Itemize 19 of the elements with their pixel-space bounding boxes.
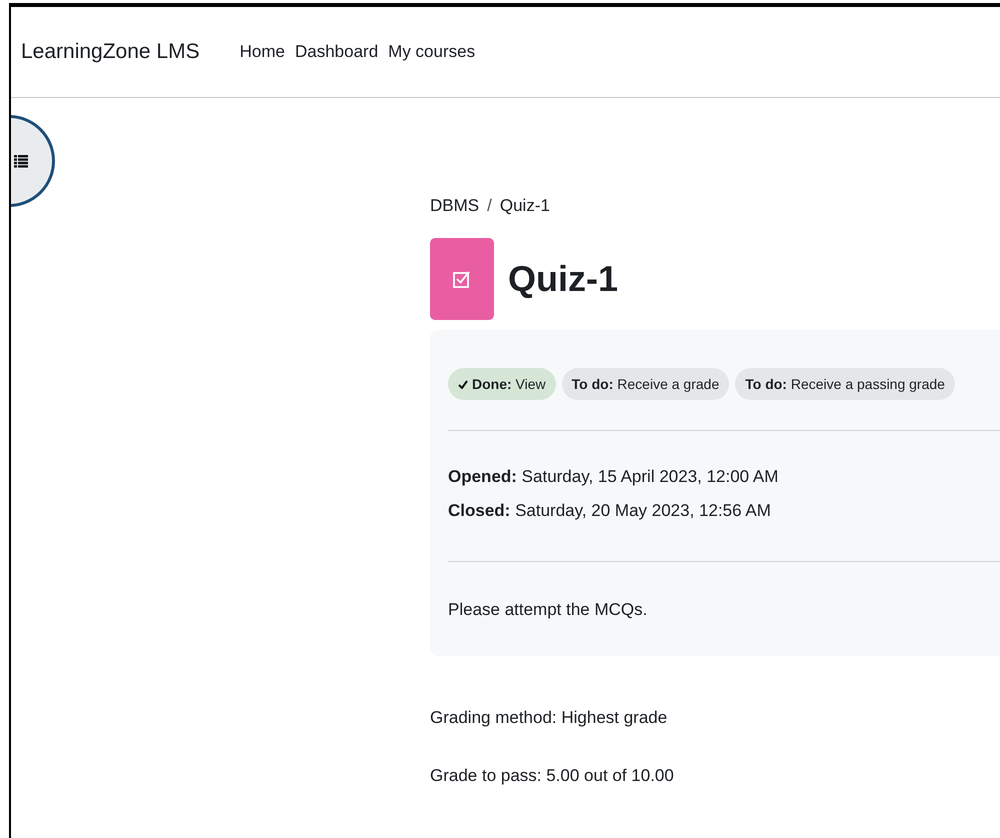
date-line: Closed: Saturday, 20 May 2023, 12:56 AM (448, 501, 772, 521)
breadcrumb-text: Quiz-1 (500, 196, 550, 216)
date-line: Opened: Saturday, 15 April 2023, 12:00 AM (448, 467, 780, 487)
check-icon (458, 380, 468, 388)
completion-badge: Done: View (448, 368, 556, 400)
info-text: Grade to pass: 5.00 out of 10.00 (430, 766, 675, 786)
completion-badge: To do: Receive a passing grade (735, 368, 955, 400)
description-text: Please attempt the MCQs. (448, 599, 648, 620)
nav-link[interactable]: My courses (388, 42, 476, 62)
info-text: Grading method: Highest grade (430, 708, 668, 728)
page-title: Quiz-1 (508, 258, 618, 300)
quiz-icon (430, 238, 494, 320)
breadcrumb-separator: / (487, 196, 492, 216)
site-brand[interactable]: LearningZone LMS (21, 40, 200, 64)
nav-link[interactable]: Dashboard (294, 42, 378, 62)
list-icon (14, 154, 28, 168)
nav-link[interactable]: Home (240, 42, 285, 62)
breadcrumb-link[interactable]: DBMS (430, 196, 480, 216)
completion-badge: To do: Receive a grade (562, 368, 730, 400)
